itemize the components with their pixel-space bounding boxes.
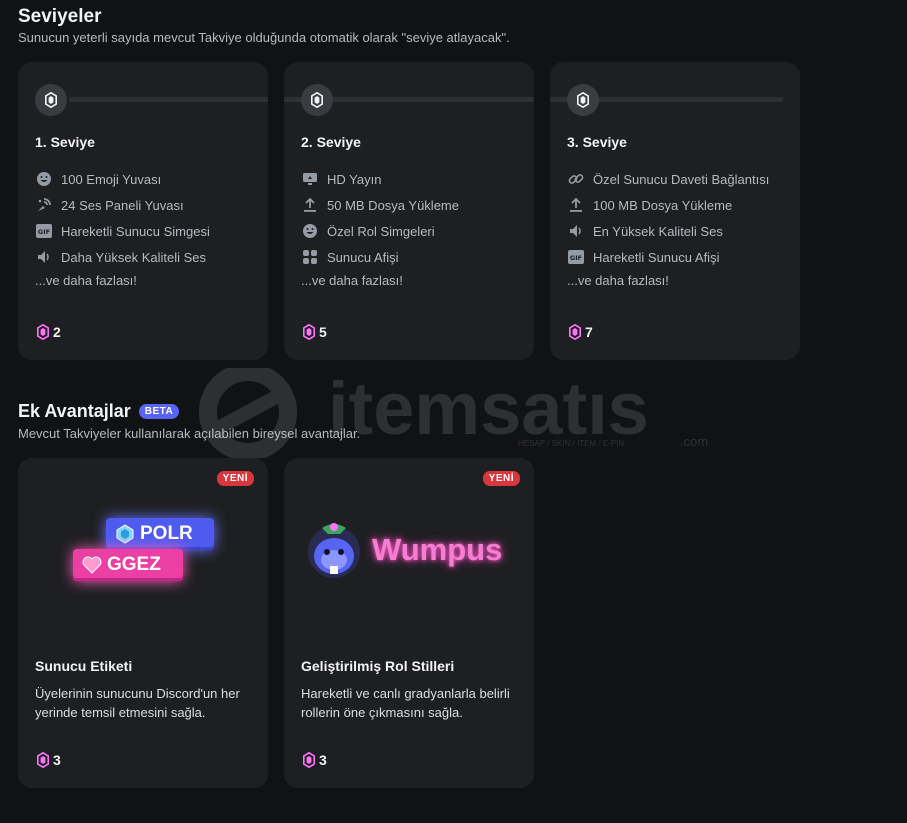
boost-count-value: 3	[53, 752, 61, 768]
perk-card-server-tag[interactable]: YENİ POLR GGEZ Sunucu Etiketi Üyelerinin…	[18, 458, 268, 788]
level-card-2: 2. Seviye HD Yayın 50 MB Dosya Yükleme Ö…	[284, 62, 534, 360]
perk-title: Geliştirilmiş Rol Stilleri	[301, 658, 455, 674]
feature-list: HD Yayın 50 MB Dosya Yükleme Özel Rol Si…	[301, 166, 459, 270]
emoji-icon	[35, 170, 53, 188]
speaker-icon	[35, 248, 53, 266]
watermark-tagline: HESAP / SKIN / ITEM / E-PIN	[518, 439, 624, 448]
boost-count: 3	[303, 752, 327, 768]
feature-list: Özel Sunucu Daveti Bağlantısı 100 MB Dos…	[567, 166, 769, 270]
feature-item: 24 Ses Paneli Yuvası	[35, 192, 210, 218]
role-style-preview-name: Wumpus	[372, 532, 503, 567]
svg-text:GIF: GIF	[570, 254, 582, 262]
boost-gem-icon	[569, 324, 581, 340]
perk-title: Sunucu Etiketi	[35, 658, 133, 674]
level-progress-track	[35, 84, 268, 116]
upload-icon	[567, 196, 585, 214]
boost-gem-icon	[37, 324, 49, 340]
boost-gem-icon	[303, 752, 315, 768]
watermark-suffix: .com	[680, 434, 708, 449]
feature-label: 100 Emoji Yuvası	[61, 171, 162, 187]
gem-icon	[114, 523, 136, 545]
boost-gem-icon	[35, 84, 67, 116]
more-features-text: ...ve daha fazlası!	[35, 273, 137, 288]
feature-label: 24 Ses Paneli Yuvası	[61, 197, 184, 213]
more-features-text: ...ve daha fazlası!	[567, 273, 669, 288]
emoji-icon	[301, 222, 319, 240]
feature-item: HD Yayın	[301, 166, 459, 192]
feature-label: Hareketli Sunucu Simgesi	[61, 223, 210, 239]
boost-count-value: 3	[319, 752, 327, 768]
tag-label: POLR	[140, 523, 193, 544]
feature-label: Sunucu Afişi	[327, 249, 399, 265]
level-card-1: 1. Seviye 100 Emoji Yuvası 24 Ses Paneli…	[18, 62, 268, 360]
feature-item: Daha Yüksek Kaliteli Ses	[35, 244, 210, 270]
feature-item: Özel Rol Simgeleri	[301, 218, 459, 244]
watermark-logo: itemsatıs HESAP / SKIN / ITEM / E-PIN .c…	[188, 363, 718, 463]
boost-count: 2	[37, 324, 61, 340]
level-title: 1. Seviye	[35, 134, 95, 150]
feature-list: 100 Emoji Yuvası 24 Ses Paneli Yuvası GI…	[35, 166, 210, 270]
gif-icon: GIF	[567, 248, 585, 266]
wumpus-avatar-icon	[304, 518, 364, 578]
boost-count: 3	[37, 752, 61, 768]
feature-item: 100 Emoji Yuvası	[35, 166, 210, 192]
feature-item: Sunucu Afişi	[301, 244, 459, 270]
feature-item: 100 MB Dosya Yükleme	[567, 192, 769, 218]
perk-card-role-styles[interactable]: YENİ Wumpus Geliştirilmiş Rol Stilleri H…	[284, 458, 534, 788]
boost-count: 7	[569, 324, 593, 340]
perks-section-subtitle: Mevcut Takviyeler kullanılarak açılabile…	[18, 426, 361, 441]
more-features-text: ...ve daha fazlası!	[301, 273, 403, 288]
tag-label: GGEZ	[107, 554, 161, 575]
feature-item: 50 MB Dosya Yükleme	[301, 192, 459, 218]
svg-text:GIF: GIF	[38, 228, 50, 236]
level-title: 3. Seviye	[567, 134, 627, 150]
boost-gem-icon	[567, 84, 599, 116]
new-badge: YENİ	[482, 471, 520, 486]
server-tag-preview-polr: POLR	[106, 518, 214, 550]
feature-label: Hareketli Sunucu Afişi	[593, 249, 720, 265]
boost-gem-icon	[301, 84, 333, 116]
feature-item: En Yüksek Kaliteli Ses	[567, 218, 769, 244]
heart-icon	[81, 554, 103, 576]
progress-line	[69, 97, 268, 102]
upload-icon	[301, 196, 319, 214]
level-progress-track	[284, 84, 534, 116]
feature-label: Özel Sunucu Daveti Bağlantısı	[593, 171, 770, 187]
feature-label: En Yüksek Kaliteli Ses	[593, 223, 723, 239]
perks-title-text: Ek Avantajlar	[18, 401, 131, 421]
server-tag-preview-ggez: GGEZ	[73, 549, 183, 581]
feature-label: HD Yayın	[327, 171, 382, 187]
boost-count: 5	[303, 324, 327, 340]
gif-icon: GIF	[35, 222, 53, 240]
perk-description: Üyelerinin sunucunu Discord'un her yerin…	[35, 686, 240, 720]
perks-section-title: Ek Avantajlar BETA	[18, 401, 180, 422]
grid-icon	[301, 248, 319, 266]
beta-badge: BETA	[138, 404, 180, 419]
new-badge: YENİ	[216, 471, 254, 486]
boost-count-value: 2	[53, 324, 61, 340]
boost-gem-icon	[303, 324, 315, 340]
soundboard-icon	[35, 196, 53, 214]
levels-section-title: Seviyeler	[18, 6, 102, 27]
boost-count-value: 5	[319, 324, 327, 340]
watermark-brand: itemsatıs	[328, 368, 649, 450]
boost-gem-icon	[37, 752, 49, 768]
feature-item: GIF Hareketli Sunucu Simgesi	[35, 218, 210, 244]
perk-description: Hareketli ve canlı gradyanlarla belirli …	[301, 686, 510, 720]
link-icon	[567, 170, 585, 188]
feature-label: 50 MB Dosya Yükleme	[327, 197, 459, 213]
feature-label: Daha Yüksek Kaliteli Ses	[61, 249, 207, 265]
feature-item: GIF Hareketli Sunucu Afişi	[567, 244, 769, 270]
feature-label: Özel Rol Simgeleri	[327, 223, 435, 239]
level-title: 2. Seviye	[301, 134, 361, 150]
feature-item: Özel Sunucu Daveti Bağlantısı	[567, 166, 769, 192]
level-progress-track	[550, 84, 783, 116]
feature-label: 100 MB Dosya Yükleme	[593, 197, 733, 213]
boost-count-value: 7	[585, 324, 593, 340]
level-card-3: 3. Seviye Özel Sunucu Daveti Bağlantısı …	[550, 62, 800, 360]
levels-section-subtitle: Sunucun yeterli sayıda mevcut Takviye ol…	[18, 30, 510, 45]
screen-share-icon	[301, 170, 319, 188]
speaker-icon	[567, 222, 585, 240]
